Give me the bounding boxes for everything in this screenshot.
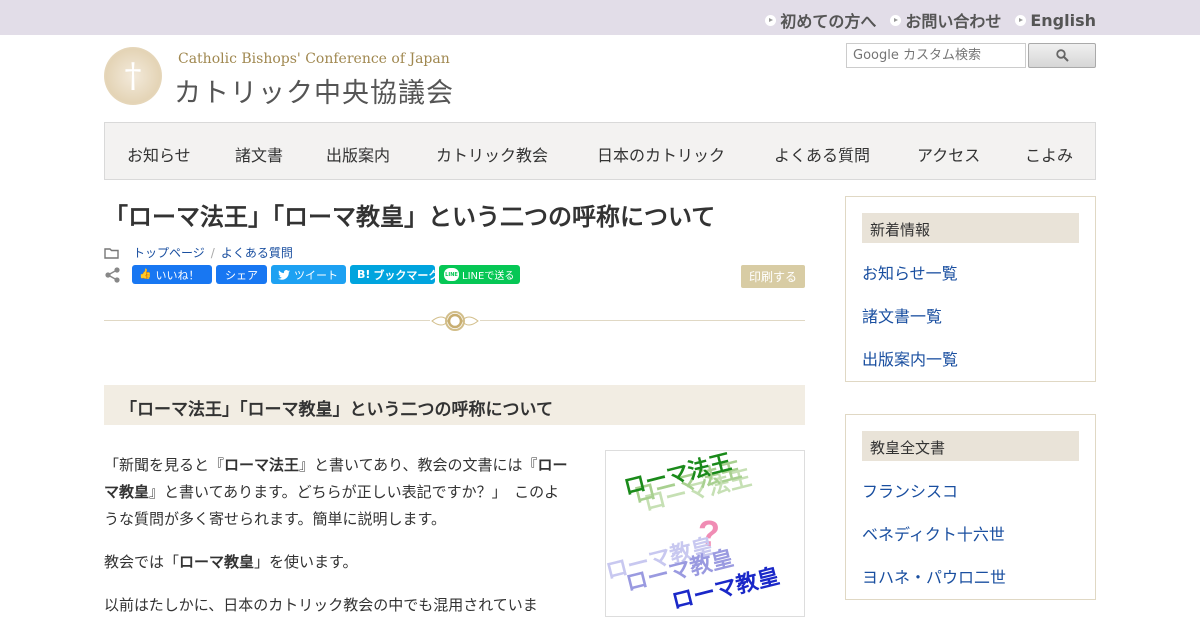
search-icon <box>1055 49 1069 62</box>
sidebar-link-benedict-xvi[interactable]: ベネディクト十六世 <box>862 521 1095 545</box>
hatena-b-icon: B! <box>357 268 371 281</box>
nav-item-documents[interactable]: 諸文書 <box>235 142 283 166</box>
site-logo[interactable]: † Catholic Bishops' Conference of Japan … <box>104 47 453 109</box>
logo-english-name: Catholic Bishops' Conference of Japan <box>178 51 450 67</box>
sidebar-box-title: 新着情報 <box>862 213 1079 243</box>
top-link-first-time[interactable]: 初めての方へ <box>765 8 876 32</box>
nav-item-catholic-in-japan[interactable]: 日本のカトリック <box>597 142 725 166</box>
page-title: 「ローマ法王」「ローマ教皇」という二つの呼称について <box>104 203 716 231</box>
top-link-label: English <box>1030 10 1096 30</box>
like-label: いいね！ <box>155 268 200 282</box>
top-link-contact[interactable]: お問い合わせ <box>890 8 1001 32</box>
text-span: 』と書いてあり、教会の文書には『 <box>299 456 538 474</box>
bold-text: ローマ法王 <box>224 456 300 474</box>
line-label: LINEで送る <box>462 271 515 282</box>
article-body: 「新聞を見ると『ローマ法王』と書いてあり、教会の文書には『ローマ教皇 』と書いてあ… <box>104 452 574 635</box>
nav-item-access[interactable]: アクセス <box>917 142 980 166</box>
share-buttons: 👍 いいね！ シェア ツイート B! ブックマーク LINE LINEで送る <box>104 265 520 284</box>
top-link-label: お問い合わせ <box>905 12 1002 31</box>
text-span: 」を使います。 <box>254 553 358 571</box>
top-link-english[interactable]: English <box>1015 8 1096 32</box>
text-span: 「新聞を見ると『 <box>104 456 225 474</box>
twitter-bird-icon <box>278 269 290 280</box>
sidebar-link-john-paul-ii[interactable]: ヨハネ・パウロ二世 <box>862 564 1095 588</box>
illustration-image: ローマ法王 ローマ法王 ローマ法王 ? ローマ教皇 ローマ教皇 ローマ教皇 <box>605 450 805 617</box>
sidebar-link-publications-list[interactable]: 出版案内一覧 <box>862 346 1095 370</box>
twitter-tweet-button[interactable]: ツイート <box>271 265 346 284</box>
paragraph: 教会では「ローマ教皇」を使います。 <box>104 549 574 576</box>
breadcrumb-separator: / <box>210 245 215 260</box>
arrow-circle-icon <box>1015 14 1027 26</box>
nav-item-calendar[interactable]: こよみ <box>1025 142 1073 166</box>
nav-item-news[interactable]: お知らせ <box>127 142 191 166</box>
line-send-button[interactable]: LINE LINEで送る <box>439 265 520 284</box>
top-links: 初めての方へ お問い合わせ English <box>765 8 1096 32</box>
logo-japanese-name: カトリック中央協議会 <box>174 78 454 109</box>
search-input[interactable] <box>846 43 1026 68</box>
text-span: 教会では「 <box>104 553 180 571</box>
share-label: シェア <box>225 268 258 282</box>
arrow-circle-icon <box>890 14 902 26</box>
paragraph: 「新聞を見ると『ローマ法王』と書いてあり、教会の文書には『ローマ教皇』と書いてあ… <box>104 452 574 533</box>
sidebar-box-title: 教皇全文書 <box>862 431 1079 461</box>
sidebar-link-news-list[interactable]: お知らせ一覧 <box>862 260 1095 284</box>
share-icon <box>105 266 120 283</box>
tweet-label: ツイート <box>294 268 338 282</box>
sidebar-news-box: 新着情報 お知らせ一覧 諸文書一覧 出版案内一覧 <box>845 196 1096 382</box>
site-search <box>846 43 1096 68</box>
paragraph: 以前はたしかに、日本のカトリック教会の中でも混用されていま <box>104 596 538 614</box>
bold-text: ローマ教皇 <box>179 553 255 571</box>
breadcrumb: トップページ / よくある質問 <box>104 244 293 261</box>
facebook-like-button[interactable]: 👍 いいね！ <box>132 265 212 284</box>
sidebar-link-francis[interactable]: フランシスコ <box>862 478 1095 502</box>
arrow-circle-icon <box>765 14 777 26</box>
breadcrumb-faq[interactable]: よくある質問 <box>221 244 293 261</box>
folder-icon <box>104 247 119 259</box>
facebook-share-button[interactable]: シェア <box>216 265 267 284</box>
search-button[interactable] <box>1028 43 1096 68</box>
nav-item-faq[interactable]: よくある質問 <box>774 142 870 166</box>
print-button[interactable]: 印刷する <box>741 265 805 288</box>
sidebar-link-documents-list[interactable]: 諸文書一覧 <box>862 303 1095 327</box>
section-heading: 「ローマ法王」「ローマ教皇」という二つの呼称について <box>104 385 805 425</box>
main-nav: お知らせ 諸文書 出版案内 カトリック教会 日本のカトリック よくある質問 アク… <box>104 122 1096 180</box>
ornament-icon <box>430 309 480 333</box>
thumbs-up-icon: 👍 <box>139 269 152 280</box>
cross-logo-icon: † <box>104 47 162 105</box>
nav-item-catholic-church[interactable]: カトリック教会 <box>436 142 548 166</box>
breadcrumb-home[interactable]: トップページ <box>133 244 205 261</box>
text-span: 』と書いてあります。どちらが正しい表記ですか？」 このような質問が多く寄せられま… <box>104 483 560 528</box>
nav-item-publications[interactable]: 出版案内 <box>326 142 390 166</box>
sidebar-pope-documents-box: 教皇全文書 フランシスコ ベネディクト十六世 ヨハネ・パウロ二世 <box>845 414 1096 600</box>
top-link-label: 初めての方へ <box>780 12 877 31</box>
top-bar: 初めての方へ お問い合わせ English <box>0 0 1200 35</box>
bookmark-label: ブックマーク <box>373 268 440 282</box>
line-icon: LINE <box>444 268 459 281</box>
hatena-bookmark-button[interactable]: B! ブックマーク <box>350 265 439 284</box>
title-comparison-graphic: ローマ法王 ローマ法王 ローマ法王 ? ローマ教皇 ローマ教皇 ローマ教皇 <box>606 451 782 614</box>
